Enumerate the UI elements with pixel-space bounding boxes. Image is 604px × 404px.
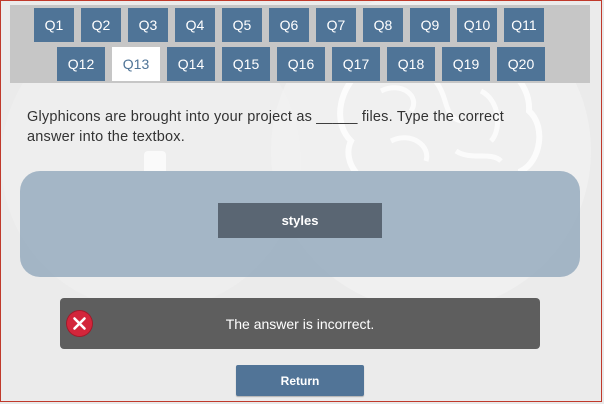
question-button-q16[interactable]: Q16: [277, 47, 325, 81]
question-button-q8[interactable]: Q8: [363, 8, 403, 42]
question-button-q11[interactable]: Q11: [504, 8, 544, 42]
question-button-q12[interactable]: Q12: [57, 47, 105, 81]
question-text: Glyphicons are brought into your project…: [27, 109, 504, 145]
question-button-q2[interactable]: Q2: [81, 8, 121, 42]
question-button-q14[interactable]: Q14: [167, 47, 215, 81]
quiz-window: Q1 Q2 Q3 Q4 Q5 Q6 Q7 Q8 Q9 Q10 Q11 Q12 Q13 Q14 Q15 Q16…: [0, 0, 602, 402]
question-row-1: Q1 Q2 Q3 Q4 Q5 Q6 Q7 Q8 Q9 Q10 Q11: [34, 8, 551, 42]
feedback-message: The answer is incorrect.: [225, 315, 375, 332]
question-button-q15[interactable]: Q15: [222, 47, 270, 81]
question-button-q13[interactable]: Q13: [112, 47, 160, 81]
question-button-q3[interactable]: Q3: [128, 8, 168, 42]
question-button-q20[interactable]: Q20: [497, 47, 545, 81]
question-button-q1[interactable]: Q1: [34, 8, 74, 42]
return-button[interactable]: Return: [236, 365, 364, 396]
question-navigator: Q1 Q2 Q3 Q4 Q5 Q6 Q7 Q8 Q9 Q10 Q11 Q12 Q13 Q14 Q15 Q16…: [10, 5, 590, 83]
feedback-banner: The answer is incorrect.: [60, 298, 540, 349]
question-button-q7[interactable]: Q7: [316, 8, 356, 42]
question-row-2: Q12 Q13 Q14 Q15 Q16 Q17 Q18 Q19 Q20: [57, 47, 552, 81]
answer-textbox[interactable]: styles: [218, 203, 382, 238]
question-button-q6[interactable]: Q6: [269, 8, 309, 42]
question-button-q9[interactable]: Q9: [410, 8, 450, 42]
question-button-q4[interactable]: Q4: [175, 8, 215, 42]
question-button-q5[interactable]: Q5: [222, 8, 262, 42]
question-button-q19[interactable]: Q19: [442, 47, 490, 81]
question-button-q17[interactable]: Q17: [332, 47, 380, 81]
question-button-q10[interactable]: Q10: [457, 8, 497, 42]
question-button-q18[interactable]: Q18: [387, 47, 435, 81]
